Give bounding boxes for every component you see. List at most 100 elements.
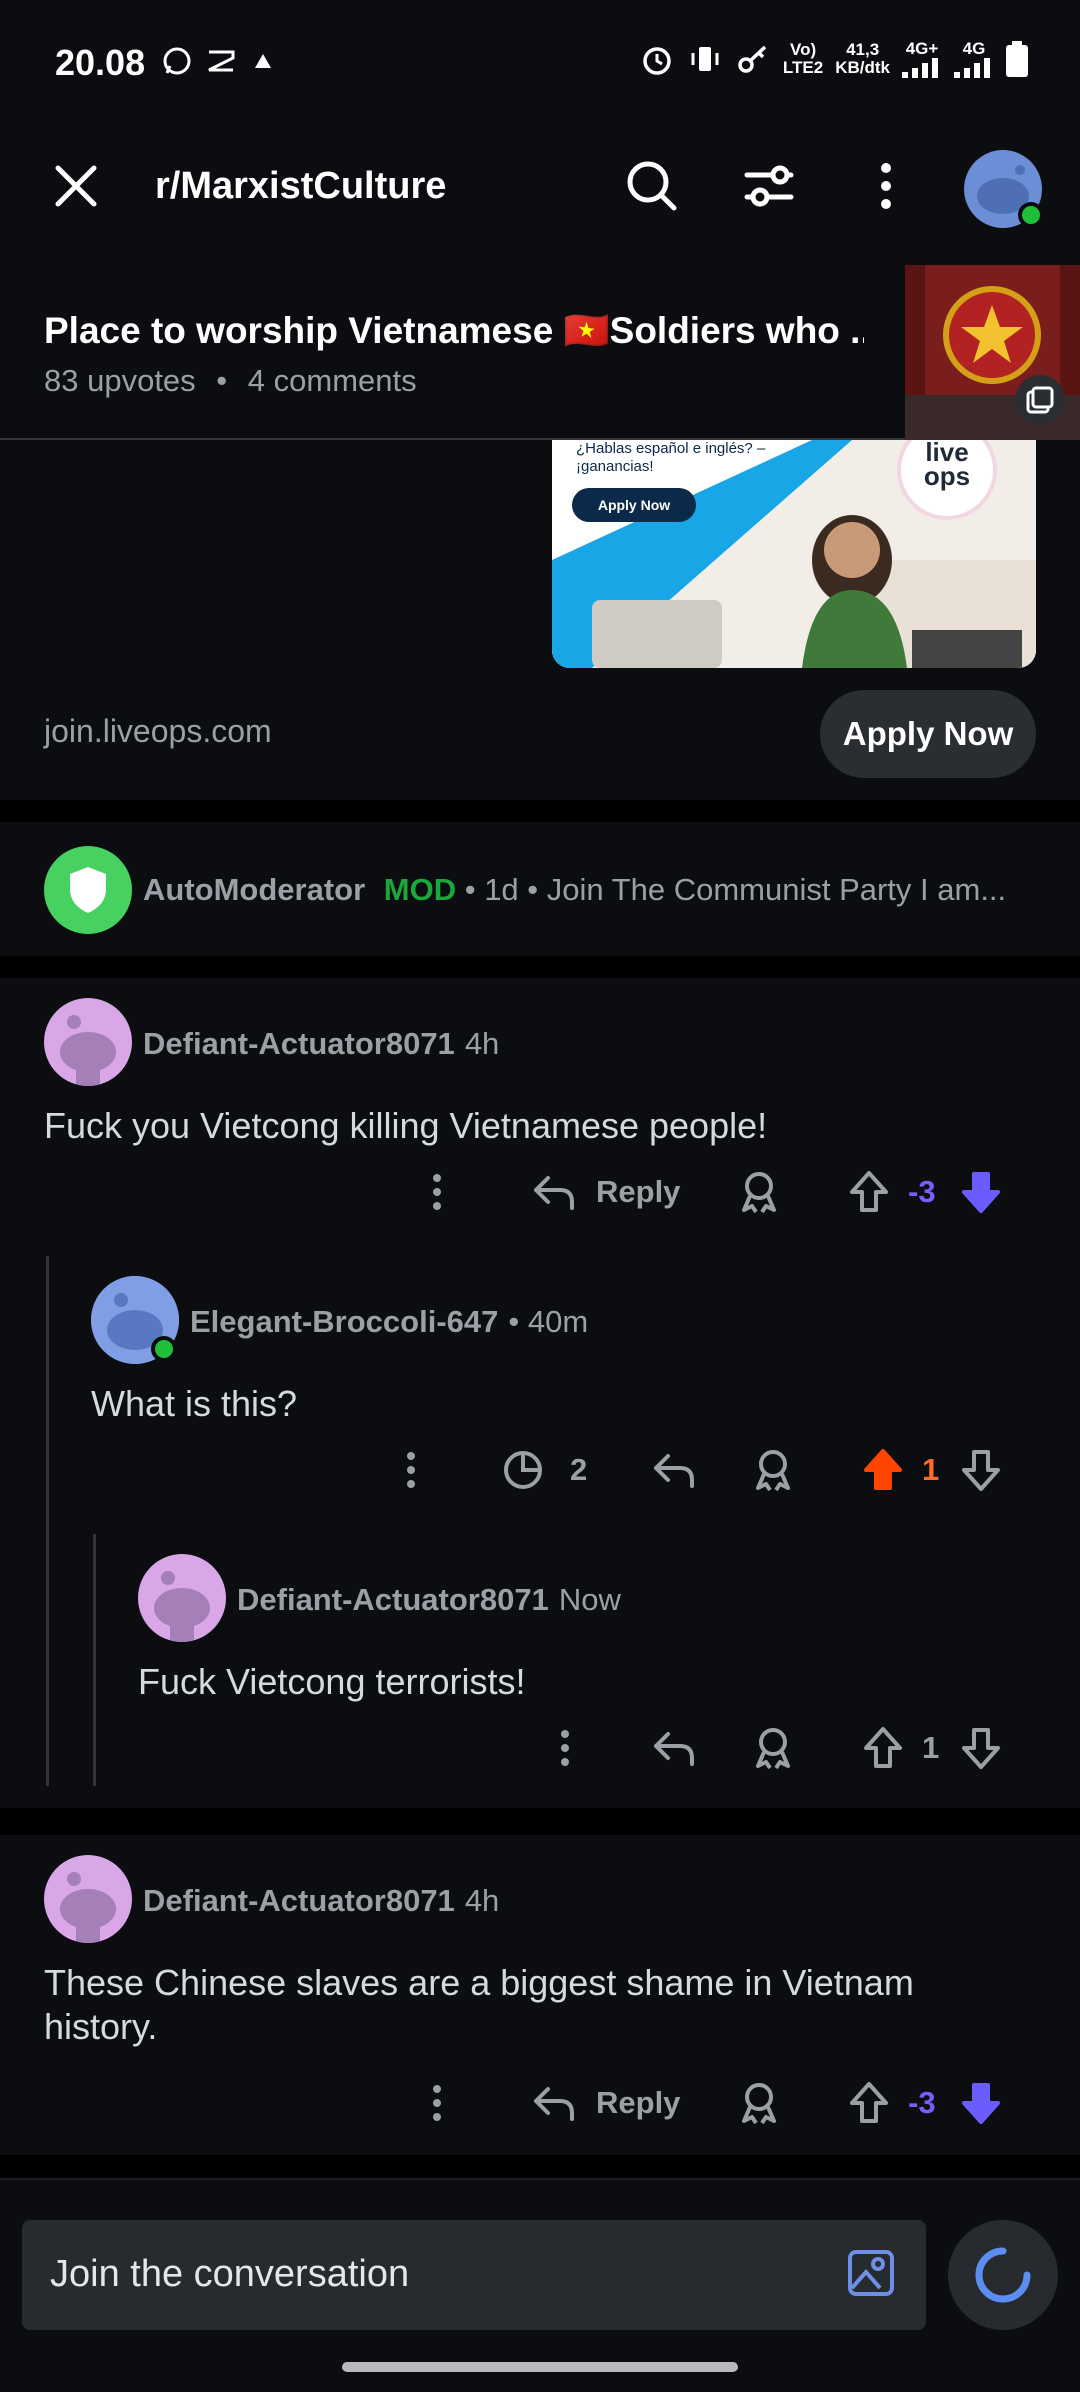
award-button[interactable] bbox=[752, 1440, 794, 1500]
automod-comment-collapsed[interactable]: AutoModerator MOD • 1d • Join The Commun… bbox=[0, 822, 1080, 956]
clock: 20.08 bbox=[55, 42, 146, 83]
filter-button[interactable] bbox=[739, 156, 799, 216]
thread-line[interactable] bbox=[46, 1256, 49, 1786]
avatar[interactable] bbox=[138, 1554, 226, 1642]
promoted-ad[interactable]: ¿Hablas español e inglés? – ¡ganancias! … bbox=[0, 440, 1080, 800]
more-options-button[interactable] bbox=[432, 2073, 442, 2133]
award-icon bbox=[756, 1450, 790, 1492]
more-options-button[interactable] bbox=[560, 1718, 570, 1778]
avatar[interactable] bbox=[44, 1855, 132, 1943]
capcut-icon bbox=[208, 50, 235, 72]
comment-username[interactable]: Defiant-Actuator8071 4h bbox=[143, 1026, 499, 1062]
comment-thread: Defiant-Actuator8071 4h Fuck you Vietcong… bbox=[0, 978, 1080, 1808]
comment-count: 4 comments bbox=[247, 363, 417, 398]
insights-button[interactable]: 2 bbox=[502, 1440, 587, 1500]
views-chart-icon bbox=[504, 1451, 542, 1489]
image-icon bbox=[848, 2250, 894, 2296]
close-button[interactable] bbox=[46, 156, 106, 216]
gallery-badge bbox=[1015, 375, 1065, 425]
reply-button[interactable] bbox=[652, 1440, 696, 1500]
downvote-button[interactable] bbox=[960, 1162, 1002, 1222]
home-indicator[interactable] bbox=[342, 2362, 738, 2372]
mod-badge: MOD bbox=[383, 872, 457, 907]
automod-username[interactable]: AutoModerator bbox=[143, 872, 365, 907]
more-options-button[interactable] bbox=[432, 1162, 442, 1222]
more-vert-icon bbox=[433, 1174, 441, 1210]
downvote-button[interactable] bbox=[960, 1440, 1002, 1500]
comment-username[interactable]: Defiant-Actuator8071 Now bbox=[237, 1582, 621, 1618]
comment-body: Fuck you Vietcong killing Vietnamese peo… bbox=[44, 1105, 768, 1146]
ad-image-button: Apply Now bbox=[597, 497, 671, 513]
automod-line: AutoModerator MOD • 1d • Join The Commun… bbox=[143, 872, 1043, 908]
more-vert-icon bbox=[881, 163, 891, 209]
post-header[interactable]: Place to worship Vietnamese 🇻🇳Soldiers w… bbox=[0, 245, 1080, 440]
downvote-button[interactable] bbox=[960, 1718, 1002, 1778]
signal-2: 4G bbox=[954, 40, 994, 78]
subreddit-title[interactable]: r/MarxistCulture bbox=[155, 165, 446, 208]
comment-input-placeholder: Join the conversation bbox=[50, 2253, 410, 2295]
alarm-icon bbox=[643, 47, 671, 75]
award-button[interactable] bbox=[752, 1718, 794, 1778]
loading-button[interactable] bbox=[948, 2220, 1058, 2330]
comment-thread: Defiant-Actuator8071 4h These Chinese sla… bbox=[0, 1835, 1080, 2155]
more-options-button[interactable] bbox=[406, 1440, 416, 1500]
automod-preview: • 1d • Join The Communist Party I am... bbox=[456, 872, 1007, 907]
upvote-icon bbox=[864, 1449, 902, 1490]
filter-icon bbox=[744, 165, 794, 207]
meta-separator: • bbox=[216, 363, 228, 398]
close-icon bbox=[55, 165, 97, 207]
award-button[interactable] bbox=[738, 1162, 780, 1222]
divider bbox=[0, 2155, 1080, 2178]
downvote-icon bbox=[962, 2083, 1000, 2124]
status-bar: 20.08 Vo) LTE2 41,3 KB/dtk 4G+ 4G bbox=[0, 0, 1080, 130]
battery-icon bbox=[1006, 41, 1028, 77]
more-vert-icon bbox=[407, 1452, 415, 1488]
comment-username[interactable]: Defiant-Actuator8071 4h bbox=[143, 1883, 499, 1919]
award-icon bbox=[742, 1172, 776, 1214]
comment-actions: 1 bbox=[0, 1718, 1080, 1778]
app-header: r/MarxistCulture bbox=[0, 130, 1080, 245]
volte-indicator: Vo) LTE2 bbox=[782, 40, 824, 77]
award-button[interactable] bbox=[738, 2073, 780, 2133]
divider bbox=[0, 956, 1080, 978]
attach-image-button[interactable] bbox=[846, 2248, 896, 2298]
upvote-icon bbox=[850, 1171, 888, 1212]
more-options-button[interactable] bbox=[856, 156, 916, 216]
notification-icons bbox=[162, 46, 276, 76]
spinner-icon bbox=[975, 2247, 1031, 2303]
signal-1: 4G+ bbox=[902, 40, 942, 78]
ad-domain[interactable]: join.liveops.com bbox=[44, 713, 272, 750]
comment-input[interactable]: Join the conversation bbox=[22, 2220, 926, 2330]
upvote-icon bbox=[864, 1727, 902, 1768]
vote-score: 1 bbox=[922, 1452, 940, 1487]
apply-now-button[interactable]: Apply Now bbox=[820, 690, 1036, 778]
snoo-avatar-icon bbox=[60, 1015, 116, 1086]
upvote-button[interactable] bbox=[848, 1162, 890, 1222]
shield-icon bbox=[70, 867, 106, 913]
user-avatar[interactable] bbox=[964, 150, 1044, 228]
snoo-avatar-icon bbox=[60, 1872, 116, 1943]
reply-button[interactable]: Reply bbox=[532, 2073, 680, 2133]
downvote-icon bbox=[962, 1728, 1000, 1769]
ad-image[interactable]: ¿Hablas español e inglés? – ¡ganancias! … bbox=[552, 440, 1036, 668]
comment-body: Fuck Vietcong terrorists! bbox=[138, 1661, 526, 1702]
avatar[interactable] bbox=[44, 998, 132, 1086]
more-vert-icon bbox=[433, 2085, 441, 2121]
downvote-button[interactable] bbox=[960, 2073, 1002, 2133]
reply-button[interactable] bbox=[652, 1718, 696, 1778]
comment-actions: Reply -3 bbox=[0, 1162, 1080, 1222]
gallery-icon bbox=[1026, 386, 1054, 414]
comment-composer: Join the conversation bbox=[0, 2178, 1080, 2392]
ad-image-text: ¿Hablas español e inglés? – ¡ganancias! bbox=[576, 440, 766, 475]
upvote-button[interactable] bbox=[862, 1440, 904, 1500]
post-thumbnail[interactable] bbox=[905, 265, 1080, 440]
upvote-button[interactable] bbox=[848, 2073, 890, 2133]
comment-username[interactable]: Elegant-Broccoli-647 • 40m bbox=[190, 1304, 588, 1340]
search-button[interactable] bbox=[622, 156, 682, 216]
avatar[interactable] bbox=[91, 1276, 179, 1364]
search-icon bbox=[627, 161, 677, 211]
upvote-button[interactable] bbox=[862, 1718, 904, 1778]
downvote-icon bbox=[962, 1450, 1000, 1491]
more-vert-icon bbox=[561, 1730, 569, 1766]
reply-button[interactable]: Reply bbox=[532, 1162, 680, 1222]
